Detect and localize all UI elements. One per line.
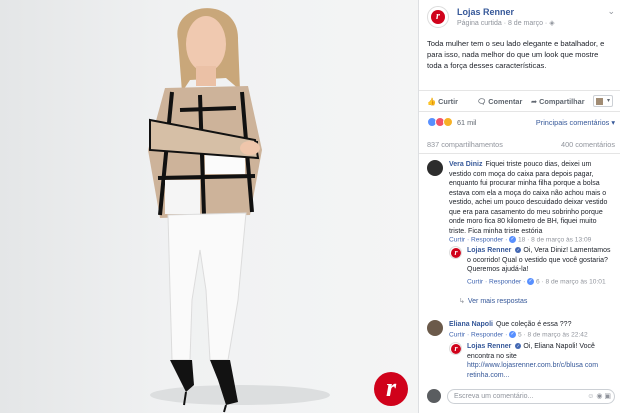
reaction-count[interactable]: 61 mil [457, 118, 476, 127]
post-photo[interactable]: r [0, 0, 418, 413]
comment-meta: Curtir · Responder · ✓ 18 · 8 de março à… [449, 236, 591, 243]
comment-date[interactable]: · 8 de março às 22:42 [523, 331, 587, 338]
comment-input-placeholder: Escreva um comentário... [454, 393, 534, 400]
comment-composer: Escreva um comentário... ☺ ◉ ▣ [427, 389, 615, 407]
comment-actions[interactable]: Curtir · Responder · [467, 278, 525, 285]
avatar[interactable] [427, 160, 443, 176]
comments-count[interactable]: 400 comentários [561, 140, 615, 149]
like-badge-icon: ✓ [509, 236, 517, 243]
comments-panel: r Lojas Renner Página curtida · 8 de mar… [418, 0, 620, 413]
page-name[interactable]: Lojas Renner [457, 7, 514, 17]
post-stats: 837 compartilhamentos 400 comentários [427, 140, 615, 152]
like-badge-icon: ✓ [509, 331, 517, 338]
comment-date[interactable]: · 8 de março às 13:09 [527, 236, 591, 243]
selector-avatar [596, 98, 603, 105]
share-icon: ➦ [531, 97, 538, 106]
comment-body: Lojas Renner ✓ Oi, Vera Diniz! Lamentamos… [467, 246, 615, 275]
comment-order-dropdown[interactable]: Principais comentários ▾ [536, 118, 615, 127]
post-as-selector[interactable]: ▾ [593, 95, 613, 107]
comment-label: Comentar [488, 97, 523, 106]
comment-button[interactable]: 🗨 Comentar [477, 97, 522, 106]
like-label: Curtir [438, 97, 458, 106]
avatar[interactable]: r [449, 342, 462, 355]
post-text: Toda mulher tem o seu lado elegante e ba… [427, 39, 605, 70]
emoji-icon[interactable]: ☺ [587, 393, 594, 400]
brand-logo-letter: r [385, 373, 397, 402]
chevron-down-icon[interactable]: ⌄ [607, 6, 615, 17]
reactions-bar[interactable]: 61 mil Principais comentários ▾ [427, 117, 615, 131]
composer-icons: ☺ ◉ ▣ [587, 392, 611, 400]
avatar[interactable] [427, 320, 443, 336]
comment-author[interactable]: Vera Diniz [449, 161, 482, 168]
share-label: Compartilhar [539, 97, 585, 106]
brand-logo: r [451, 344, 461, 354]
comment-author[interactable]: Lojas Renner [467, 343, 511, 350]
brand-logo-letter: r [454, 248, 458, 257]
like-badge-icon: ✓ [527, 278, 535, 285]
post-actions: 👍 Curtir 🗨 Comentar ➦ Compartilhar ▾ [419, 90, 620, 112]
brand-logo: r [374, 372, 408, 406]
brand-logo: r [451, 248, 461, 258]
comment-likes[interactable]: 18 [518, 236, 525, 243]
comment-meta: Curtir · Responder · ✓ 6 · 8 de março às… [467, 278, 606, 285]
wow-reaction-icon [443, 117, 453, 127]
comment-likes[interactable]: 5 [518, 331, 522, 338]
page-avatar[interactable]: r [427, 6, 449, 28]
gif-icon[interactable]: ▣ [604, 393, 611, 400]
model-illustration [148, 8, 330, 413]
verified-icon: ✓ [515, 247, 522, 253]
comment-actions[interactable]: Curtir · Responder · [449, 331, 507, 338]
thumbs-up-icon: 👍 [427, 97, 437, 106]
comment-link[interactable]: http://www.lojasrenner.com.br/c/blusa co… [467, 362, 598, 369]
brand-logo-letter: r [454, 344, 458, 353]
share-button[interactable]: ➦ Compartilhar [531, 97, 585, 106]
post-header: r Lojas Renner Página curtida · 8 de mar… [427, 6, 615, 32]
divider [419, 153, 620, 154]
comment-text: Fiquei triste pouco dias, deixei um vest… [449, 161, 608, 235]
globe-icon: ◈ [549, 20, 555, 27]
comment-date[interactable]: · 8 de março às 10:01 [541, 278, 605, 285]
comment-icon: 🗨 [477, 97, 487, 106]
avatar[interactable]: r [449, 246, 462, 259]
comment-body: Vera Diniz Fiquei triste pouco dias, deix… [449, 160, 615, 236]
post-date[interactable]: Página curtida · 8 de março · [457, 20, 547, 27]
more-replies-link[interactable]: ↳ Ver mais respostas [459, 297, 527, 305]
comment-link-cont[interactable]: retinha.com... [467, 372, 509, 379]
comment-actions[interactable]: Curtir · Responder · [449, 236, 507, 243]
comment-likes[interactable]: 6 [536, 278, 540, 285]
shares-count[interactable]: 837 compartilhamentos [427, 140, 503, 149]
avatar [427, 389, 441, 403]
page-avatar-letter: r [431, 10, 445, 24]
comment-body: Eliana Napoli Que coleção é essa ??? [449, 320, 615, 330]
comment-meta: Curtir · Responder · ✓ 5 · 8 de março às… [449, 331, 588, 338]
comment-author[interactable]: Lojas Renner [467, 247, 511, 254]
more-replies-label: Ver mais respostas [467, 298, 528, 305]
caret-down-icon: ▾ [611, 118, 615, 127]
comment-text: Que coleção é essa ??? [495, 321, 572, 328]
caret-down-icon: ▾ [606, 98, 610, 104]
comment-author[interactable]: Eliana Napoli [449, 321, 493, 328]
verified-icon: ✓ [515, 343, 522, 349]
comment-order-label: Principais comentários [535, 118, 610, 127]
camera-icon[interactable]: ◉ [596, 393, 602, 400]
comment-body: Lojas Renner ✓ Oi, Eliana Napoli! Você en… [467, 342, 615, 380]
post-meta: Página curtida · 8 de março · ◈ [457, 19, 555, 27]
reply-arrow-icon: ↳ [459, 298, 465, 305]
like-button[interactable]: 👍 Curtir [427, 97, 458, 106]
